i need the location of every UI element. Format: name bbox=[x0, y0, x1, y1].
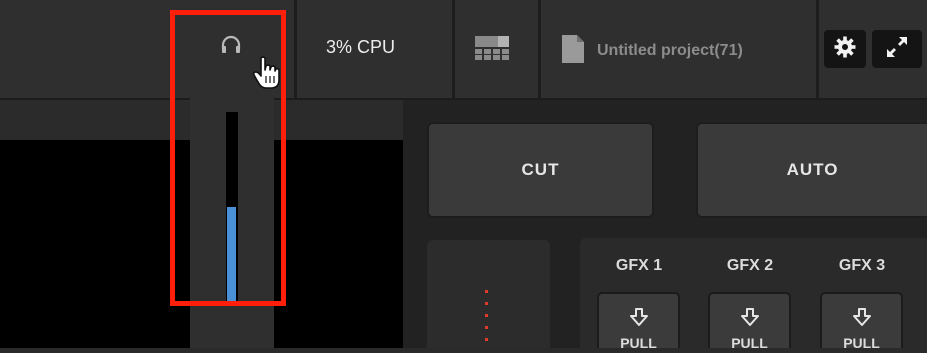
settings-button[interactable] bbox=[824, 30, 866, 68]
gfx-1-label: GFX 1 bbox=[615, 257, 663, 274]
arrow-down-icon bbox=[740, 307, 760, 332]
arrow-down-icon bbox=[852, 307, 872, 332]
cpu-usage-label: 3% CPU bbox=[326, 37, 396, 57]
cut-button[interactable]: CUT bbox=[427, 122, 654, 218]
project-title[interactable]: Untitled project(71) bbox=[597, 42, 743, 60]
gfx-2-pull-button[interactable]: PULL bbox=[708, 292, 791, 351]
multiview-layout-icon[interactable] bbox=[475, 36, 509, 65]
pull-label: PULL bbox=[620, 335, 657, 351]
gfx-1-pull-button[interactable]: PULL bbox=[597, 292, 680, 351]
auto-button[interactable]: AUTO bbox=[696, 122, 927, 218]
gfx-3-pull-button[interactable]: PULL bbox=[820, 292, 903, 351]
document-icon bbox=[560, 34, 586, 69]
fullscreen-button[interactable] bbox=[872, 30, 922, 68]
pull-label: PULL bbox=[843, 335, 880, 351]
gear-icon bbox=[834, 36, 856, 63]
highlight-box bbox=[170, 10, 286, 306]
toolbar-divider bbox=[294, 0, 297, 100]
toolbar-divider bbox=[452, 0, 455, 100]
gfx-2-label: GFX 2 bbox=[726, 257, 774, 274]
toolbar-divider bbox=[538, 0, 541, 100]
audio-mixer-panel bbox=[427, 240, 550, 348]
pull-label: PULL bbox=[731, 335, 768, 351]
toolbar-divider bbox=[816, 0, 819, 100]
top-toolbar bbox=[0, 0, 927, 100]
arrow-down-icon bbox=[629, 307, 649, 332]
audio-level-dots bbox=[485, 290, 488, 341]
expand-icon bbox=[885, 35, 909, 64]
gfx-3-label: GFX 3 bbox=[838, 257, 886, 274]
